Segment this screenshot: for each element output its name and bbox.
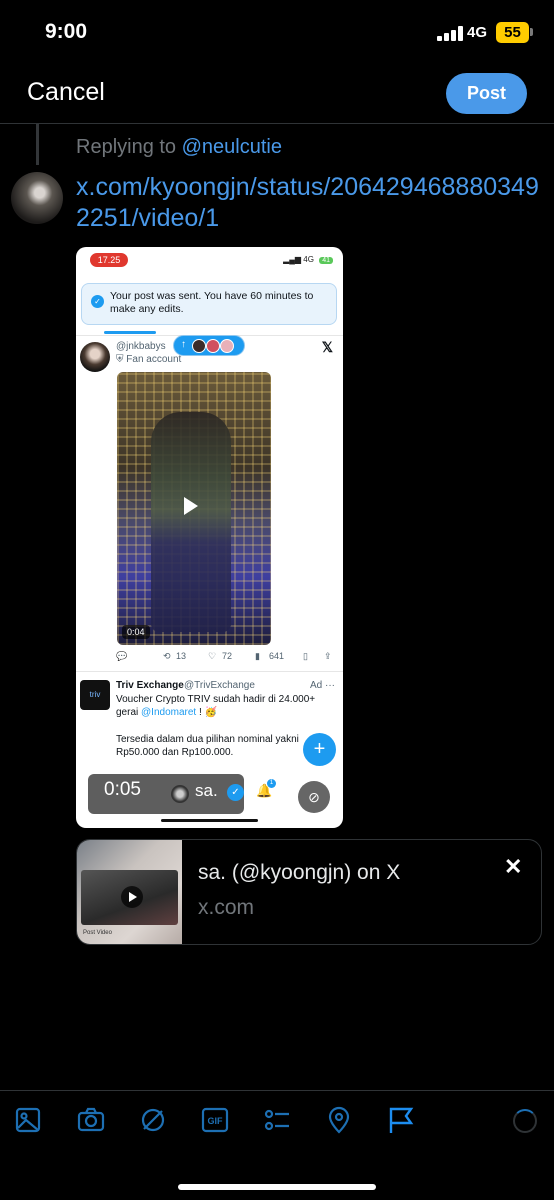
flag-icon[interactable]	[386, 1105, 416, 1135]
overlay-name: sa.	[195, 781, 218, 800]
post-badge: ⛨ Fan account	[116, 354, 181, 365]
video-player: 0:04	[117, 372, 271, 645]
battery-tip	[530, 28, 533, 36]
attached-image[interactable]: 17.25 ▂▄▆ 4G 41 ✓ Your post was sent. Yo…	[76, 247, 343, 828]
bookmark-icon: ▯	[303, 651, 308, 661]
location-icon[interactable]	[324, 1105, 354, 1135]
play-icon	[121, 886, 143, 908]
link-thumbnail: Post Video	[77, 840, 182, 944]
ad-mention: @Indomaret	[141, 707, 197, 718]
thumbnail-video	[81, 870, 178, 925]
ad-body-line1-end: !	[199, 707, 202, 718]
compose-fab-icon: +	[303, 733, 336, 766]
ad-tag-label: Ad	[310, 680, 323, 691]
screenshot-battery-icon: 41	[319, 257, 333, 264]
check-icon: ✓	[91, 295, 104, 308]
link-domain: x.com	[198, 896, 255, 919]
video-figure	[151, 412, 231, 632]
arrow-up-icon: ↑	[181, 339, 186, 350]
thread-line	[36, 124, 39, 165]
link-preview-card[interactable]: Post Video sa. (@kyoongjn) on X x.com ✕	[76, 839, 542, 945]
verified-icon: ✓	[227, 784, 244, 801]
like-icon: ♡	[208, 651, 217, 661]
screenshot-home-indicator	[161, 819, 258, 822]
avatar[interactable]	[11, 172, 63, 224]
screenshot-network: 4G	[303, 255, 314, 264]
screenshot-signal-icon: ▂▄▆	[283, 255, 302, 264]
screenshot-status-time: 17.25	[90, 253, 128, 267]
badge-icon: ⛨	[116, 354, 127, 365]
toolbar-divider	[0, 1090, 554, 1091]
camera-icon[interactable]	[76, 1105, 106, 1135]
pill-avatar	[220, 339, 234, 353]
retweet-icon: ⟲	[163, 651, 171, 661]
bell-badge: 1	[267, 779, 276, 788]
x-logo-icon: 𝕏	[321, 339, 333, 355]
sent-toast: ✓ Your post was sent. You have 60 minute…	[81, 283, 337, 325]
pill-avatar	[192, 339, 206, 353]
divider	[76, 671, 343, 672]
grok-icon[interactable]	[138, 1105, 168, 1135]
play-icon	[184, 497, 198, 515]
image-icon[interactable]	[13, 1105, 43, 1135]
views-icon: ▮	[255, 651, 260, 661]
overlay-time: 0:05	[104, 779, 141, 800]
video-overlay-bar: 0:05 sa. ✓	[88, 774, 244, 814]
svg-text:GIF: GIF	[208, 1116, 224, 1126]
mute-icon: ⊘	[298, 781, 330, 813]
post-avatar	[80, 342, 110, 372]
poll-icon[interactable]	[262, 1105, 292, 1135]
post-handle: @jnkbabys	[116, 341, 166, 352]
retweet-count: 13	[176, 651, 187, 661]
network-label: 4G	[467, 24, 488, 41]
tab-underline	[104, 331, 156, 334]
replying-handle-link[interactable]: @neulcutie	[182, 136, 282, 158]
link-title: sa. (@kyoongjn) on X	[198, 861, 401, 884]
screenshot-status-right: ▂▄▆ 4G 41	[283, 255, 333, 264]
close-icon[interactable]: ✕	[504, 854, 522, 880]
compose-textarea[interactable]: x.com/kyoongjn/status/206429468880349225…	[76, 172, 546, 234]
header-divider	[0, 123, 554, 124]
replying-prefix: Replying to	[76, 136, 177, 158]
ad-body: Voucher Crypto TRIV sudah hadir di 24.00…	[116, 694, 316, 718]
signal-icon	[437, 26, 463, 41]
ad-handle: @TrivExchange	[184, 680, 255, 691]
ad-tag: Ad ···	[310, 680, 336, 691]
character-progress-ring	[513, 1109, 537, 1133]
cancel-button[interactable]: Cancel	[27, 78, 105, 107]
like-count: 72	[222, 651, 233, 661]
battery-icon: 55	[496, 22, 529, 43]
pill-avatar	[206, 339, 220, 353]
post-badge-label: Fan account	[126, 354, 182, 365]
views-count: 641	[269, 651, 285, 661]
new-posts-pill: ↑	[173, 335, 245, 356]
status-time: 9:00	[45, 20, 88, 43]
post-button[interactable]: Post	[446, 73, 527, 114]
post-actions: 💬 ⟲ 13 ♡ 72 ▮ 641 ▯ ⇪	[116, 651, 338, 665]
ad-name: Triv Exchange	[116, 680, 184, 691]
share-icon: ⇪	[324, 651, 332, 661]
reply-icon: 💬	[116, 651, 128, 661]
status-bar: 9:00 4G 55	[0, 0, 554, 66]
gif-icon[interactable]: GIF	[200, 1105, 230, 1135]
ad-avatar: triv	[80, 680, 110, 710]
overlay-avatar	[171, 785, 189, 803]
thumbnail-label: Post Video	[83, 930, 112, 936]
video-time: 0:04	[122, 625, 150, 639]
replying-to: Replying to @neulcutie	[76, 136, 282, 159]
home-indicator	[178, 1184, 376, 1190]
toast-text: Your post was sent. You have 60 minutes …	[110, 290, 314, 315]
